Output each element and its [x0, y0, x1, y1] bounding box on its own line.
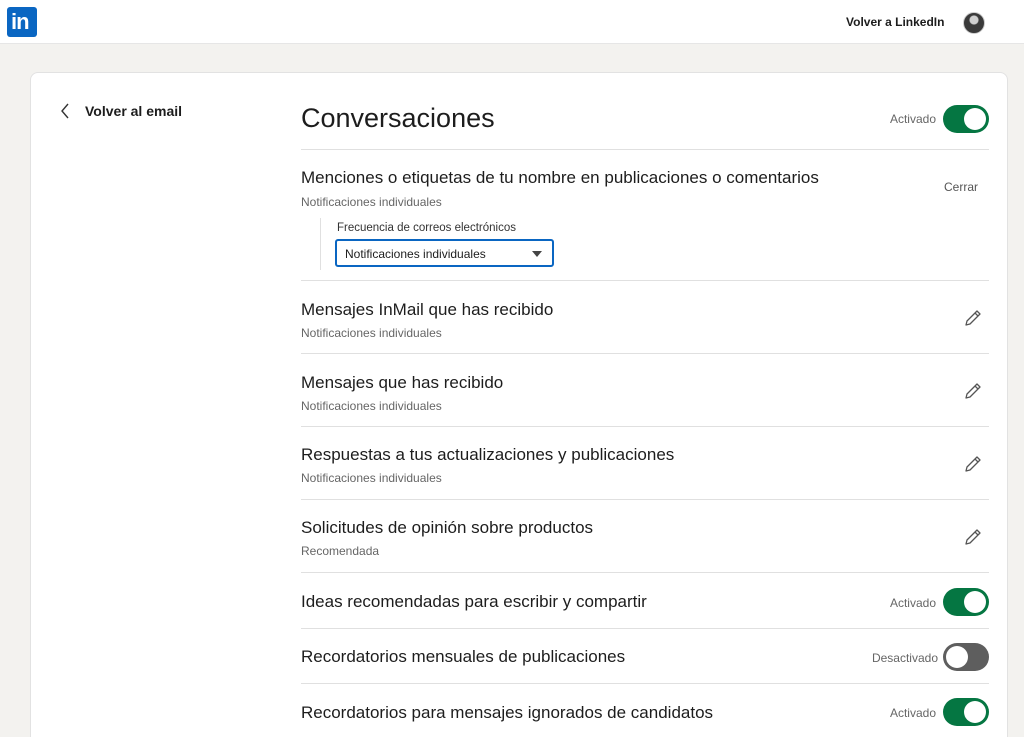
toggle-knob — [964, 591, 986, 613]
divider — [301, 280, 989, 281]
item-title: Mensajes InMail que has recibido — [301, 300, 554, 319]
item-title: Solicitudes de opinión sobre productos — [301, 518, 594, 537]
avatar[interactable] — [963, 12, 985, 34]
toggle-item-title: Recordatorios mensuales de publicaciones — [301, 647, 626, 666]
divider — [301, 353, 989, 354]
toggle-status-label: Desactivado — [871, 651, 938, 665]
section-status-label: Activado — [889, 112, 936, 126]
edit-pencil-icon[interactable] — [962, 307, 984, 329]
linkedin-logo-icon[interactable]: in — [7, 7, 37, 37]
top-bar: in Volver a LinkedIn — [0, 0, 1024, 44]
item-subtitle: Notificaciones individuales — [301, 471, 442, 485]
page-title: Conversaciones — [301, 103, 495, 133]
mentions-subtitle: Notificaciones individuales — [301, 195, 442, 209]
toggle-status-label: Activado — [889, 706, 936, 720]
ignored-messages-toggle[interactable] — [943, 698, 989, 726]
toggle-item-title: Recordatorios para mensajes ignorados de… — [301, 703, 714, 722]
divider — [301, 572, 989, 573]
toggle-status-label: Activado — [889, 596, 936, 610]
close-button[interactable]: Cerrar — [944, 180, 978, 194]
back-to-linkedin-link[interactable]: Volver a LinkedIn — [846, 15, 944, 29]
toggle-knob — [946, 646, 968, 668]
mentions-title: Menciones o etiquetas de tu nombre en pu… — [301, 168, 819, 187]
edit-pencil-icon[interactable] — [962, 453, 984, 475]
back-to-email-label: Volver al email — [85, 103, 183, 119]
chevron-left-icon — [61, 103, 69, 119]
section-toggle[interactable] — [943, 105, 989, 133]
divider — [301, 628, 989, 629]
back-to-email-link[interactable]: Volver al email — [57, 101, 182, 121]
item-subtitle: Notificaciones individuales — [301, 326, 442, 340]
divider — [301, 426, 989, 427]
toggle-knob — [964, 108, 986, 130]
monthly-reminders-toggle[interactable] — [943, 643, 989, 671]
toggle-item-title: Ideas recomendadas para escribir y compa… — [301, 592, 647, 611]
edit-pencil-icon[interactable] — [962, 526, 984, 548]
frequency-select[interactable]: Notificaciones individuales — [335, 239, 554, 267]
caret-down-icon — [532, 251, 542, 257]
ideas-toggle[interactable] — [943, 588, 989, 616]
item-title: Respuestas a tus actualizaciones y publi… — [301, 445, 675, 464]
divider — [301, 683, 989, 684]
item-subtitle: Recomendada — [301, 544, 380, 558]
divider — [301, 499, 989, 500]
edit-pencil-icon[interactable] — [962, 380, 984, 402]
toggle-knob — [964, 701, 986, 723]
frequency-select-value: Notificaciones individuales — [345, 247, 486, 261]
item-subtitle: Notificaciones individuales — [301, 399, 442, 413]
logo-text: in — [11, 9, 30, 34]
item-title: Mensajes que has recibido — [301, 373, 504, 392]
divider — [301, 149, 989, 150]
frequency-label: Frecuencia de correos electrónicos — [337, 222, 516, 234]
